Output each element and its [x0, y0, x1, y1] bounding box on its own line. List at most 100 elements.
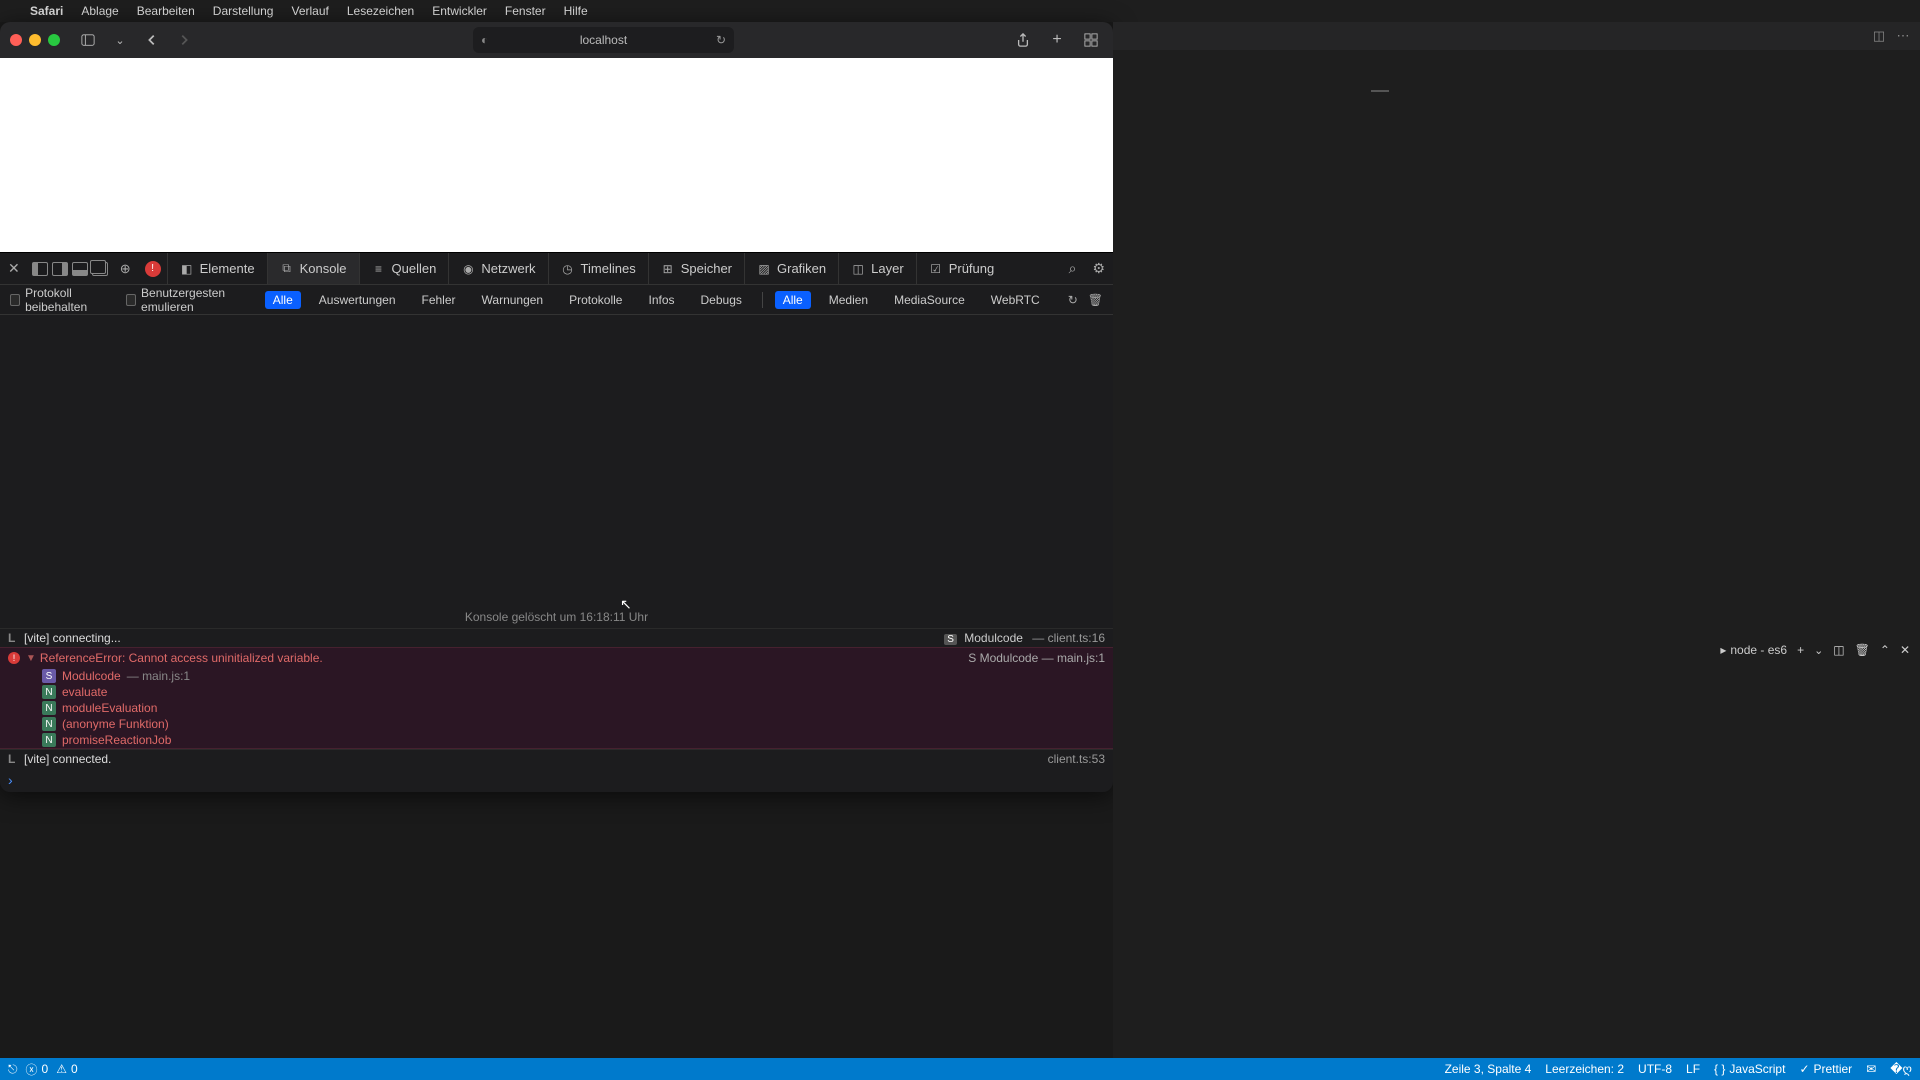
tab-label: Netzwerk [481, 261, 535, 276]
back-button[interactable] [140, 28, 164, 52]
tab-netzwerk[interactable]: ◉Netzwerk [448, 253, 547, 284]
encoding[interactable]: UTF-8 [1638, 1062, 1672, 1076]
stack-trace: SModulcode— main.js:1 Nevaluate NmoduleE… [0, 668, 1113, 748]
menu-lesezeichen[interactable]: Lesezeichen [347, 4, 414, 18]
search-icon[interactable]: ⌕ [1061, 260, 1085, 277]
media-mediasource[interactable]: MediaSource [886, 291, 973, 309]
media-alle[interactable]: Alle [775, 291, 811, 309]
tab-pruefung[interactable]: ☑Prüfung [916, 253, 1007, 284]
preserve-log-checkbox[interactable]: Protokoll beibehalten [10, 286, 116, 314]
stack-frame[interactable]: NpromiseReactionJob [42, 732, 1113, 748]
menu-darstellung[interactable]: Darstellung [213, 4, 274, 18]
menu-ablage[interactable]: Ablage [81, 4, 118, 18]
devtools-close-icon[interactable]: ✕ [0, 260, 28, 277]
emulate-gestures-checkbox[interactable]: Benutzergesten emulieren [126, 286, 255, 314]
notifications-icon[interactable]: �ღ [1890, 1062, 1912, 1076]
zoom-window-button[interactable] [48, 34, 60, 46]
language-mode[interactable]: { }JavaScript [1714, 1062, 1785, 1076]
stack-frame[interactable]: N(anonyme Funktion) [42, 716, 1113, 732]
maximize-terminal-icon[interactable]: ⌃ [1880, 643, 1890, 657]
window-traffic-lights [10, 34, 60, 46]
minimize-window-button[interactable] [29, 34, 41, 46]
element-picker-icon[interactable]: ⊕ [112, 261, 139, 277]
tab-elemente[interactable]: ◧Elemente [167, 253, 267, 284]
menu-bearbeiten[interactable]: Bearbeiten [137, 4, 195, 18]
sources-icon: ≡ [372, 262, 386, 276]
log-source[interactable]: S Modulcode — client.ts:16 [944, 631, 1105, 645]
console-prompt[interactable]: › [0, 768, 1113, 792]
log-line[interactable]: L [vite] connecting... S Modulcode — cli… [0, 628, 1113, 647]
error-source[interactable]: S Modulcode — main.js:1 [968, 651, 1105, 665]
frame-name: Modulcode [62, 669, 121, 683]
tab-group-chevron-icon[interactable]: ⌄ [108, 28, 132, 52]
tab-quellen[interactable]: ≡Quellen [359, 253, 449, 284]
filter-debugs[interactable]: Debugs [693, 291, 750, 309]
tab-layer[interactable]: ◫Layer [838, 253, 916, 284]
media-webrtc[interactable]: WebRTC [983, 291, 1048, 309]
feedback-icon[interactable]: ✉ [1866, 1062, 1876, 1076]
layout-toggle-icon[interactable]: ◫ [1870, 28, 1888, 44]
refresh-icon[interactable]: ↻ [1068, 293, 1078, 307]
prettier-status[interactable]: ✓Prettier [1799, 1062, 1852, 1076]
remote-indicator[interactable]: ⎋ [8, 1062, 18, 1077]
kill-terminal-icon[interactable]: 🗑 [1855, 643, 1870, 657]
filter-infos[interactable]: Infos [640, 291, 682, 309]
expand-caret-icon[interactable]: ▼ [26, 653, 36, 664]
share-icon[interactable] [1011, 28, 1035, 52]
menu-fenster[interactable]: Fenster [505, 4, 546, 18]
settings-gear-icon[interactable]: ⚙ [1084, 260, 1113, 277]
tab-timelines[interactable]: ◷Timelines [548, 253, 648, 284]
error-badge[interactable]: ! [145, 261, 161, 277]
indentation[interactable]: Leerzeichen: 2 [1545, 1062, 1624, 1076]
tab-label: Grafiken [777, 261, 826, 276]
page-content[interactable] [0, 58, 1113, 252]
console-output[interactable]: Konsole gelöscht um 16:18:11 Uhr L [vite… [0, 315, 1113, 792]
filter-auswertungen[interactable]: Auswertungen [311, 291, 404, 309]
eol[interactable]: LF [1686, 1062, 1700, 1076]
menu-entwickler[interactable]: Entwickler [432, 4, 487, 18]
terminal-dropdown-icon[interactable]: ⌄ [1814, 644, 1823, 657]
clear-console-icon[interactable]: 🗑 [1088, 293, 1103, 307]
menu-hilfe[interactable]: Hilfe [564, 4, 588, 18]
frame-badge-icon: N [42, 701, 56, 715]
more-icon[interactable]: ⋯ [1894, 28, 1912, 44]
filter-warnungen[interactable]: Warnungen [474, 291, 552, 309]
terminal-name[interactable]: ▸node - es6 [1720, 643, 1787, 657]
media-medien[interactable]: Medien [821, 291, 876, 309]
tab-konsole[interactable]: ⧉Konsole [267, 253, 359, 284]
log-line[interactable]: L [vite] connected. client.ts:53 [0, 749, 1113, 768]
dock-right-icon[interactable] [52, 262, 68, 276]
stack-frame[interactable]: NmoduleEvaluation [42, 700, 1113, 716]
new-tab-icon[interactable]: + [1045, 28, 1069, 52]
privacy-icon[interactable]: ◐ [481, 33, 488, 47]
dock-left-icon[interactable] [32, 262, 48, 276]
tab-overview-icon[interactable] [1079, 28, 1103, 52]
error-entry[interactable]: ! ▼ ReferenceError: Cannot access uninit… [0, 647, 1113, 749]
problems-errors[interactable]: ⓧ0 [26, 1061, 49, 1078]
split-terminal-icon[interactable]: ◫ [1833, 643, 1844, 657]
dock-popout-icon[interactable] [92, 262, 108, 276]
close-window-button[interactable] [10, 34, 22, 46]
close-terminal-icon[interactable]: ✕ [1900, 643, 1910, 657]
log-source[interactable]: client.ts:53 [1048, 752, 1105, 766]
filter-protokolle[interactable]: Protokolle [561, 291, 630, 309]
filter-fehler[interactable]: Fehler [414, 291, 464, 309]
reload-icon[interactable]: ↻ [716, 33, 726, 47]
problems-warnings[interactable]: ⚠0 [56, 1062, 77, 1076]
stack-frame[interactable]: Nevaluate [42, 684, 1113, 700]
stack-frame[interactable]: SModulcode— main.js:1 [42, 668, 1113, 684]
sidebar-toggle-icon[interactable] [76, 28, 100, 52]
filter-alle[interactable]: Alle [265, 291, 301, 309]
source-loc: client.ts:16 [1048, 631, 1105, 645]
dock-bottom-icon[interactable] [72, 262, 88, 276]
remote-icon: ⎋ [8, 1062, 18, 1077]
address-bar[interactable]: ◐ localhost ↻ [473, 27, 734, 53]
cursor-position[interactable]: Zeile 3, Spalte 4 [1445, 1062, 1532, 1076]
menu-verlauf[interactable]: Verlauf [291, 4, 328, 18]
app-name[interactable]: Safari [30, 4, 63, 18]
audit-icon: ☑ [929, 262, 943, 276]
tab-speicher[interactable]: ⊞Speicher [648, 253, 744, 284]
forward-button[interactable] [172, 28, 196, 52]
tab-grafiken[interactable]: ▨Grafiken [744, 253, 838, 284]
new-terminal-icon[interactable]: + [1797, 643, 1804, 657]
